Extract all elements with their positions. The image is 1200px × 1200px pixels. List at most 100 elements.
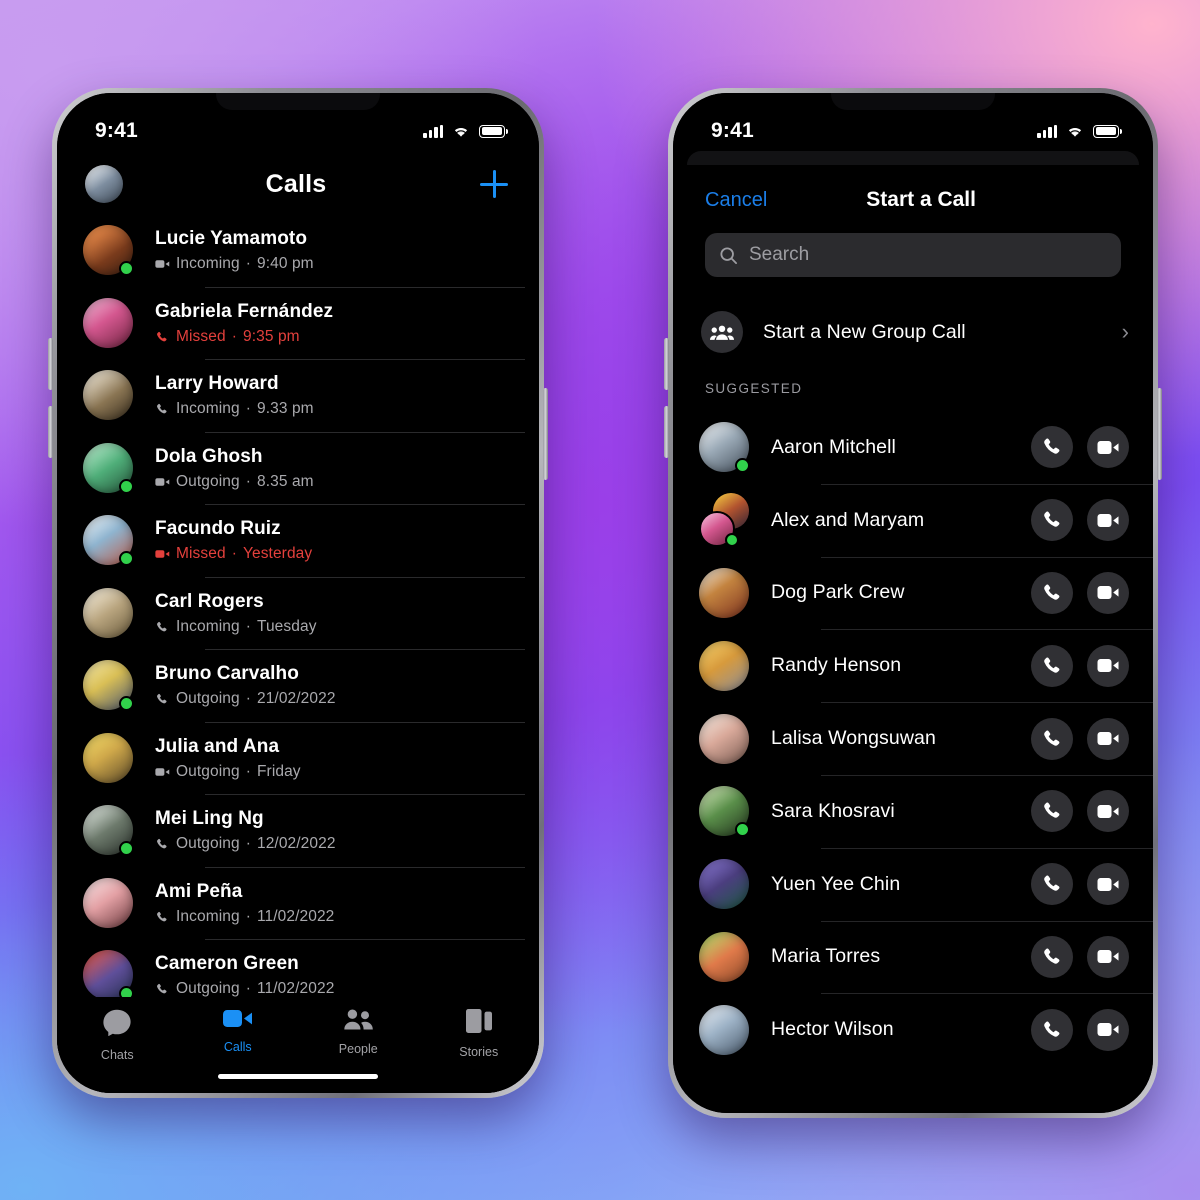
search-icon bbox=[720, 246, 738, 264]
suggested-contact-row[interactable]: Aaron Mitchell bbox=[673, 411, 1153, 484]
avatar[interactable] bbox=[83, 225, 134, 277]
video-call-button[interactable] bbox=[1087, 790, 1129, 833]
phone-call-icon bbox=[1044, 438, 1060, 455]
avatar[interactable] bbox=[83, 587, 133, 638]
call-type: Incoming bbox=[176, 255, 240, 273]
video-missed-icon bbox=[155, 550, 170, 558]
avatar[interactable] bbox=[83, 515, 134, 567]
video-call-icon bbox=[1097, 440, 1119, 454]
video-call-button[interactable] bbox=[1087, 644, 1129, 687]
call-row[interactable]: Bruno Carvalho Outgoing · 21/02/2022 bbox=[57, 649, 539, 722]
contact-name: Gabriela Fernández bbox=[155, 300, 334, 322]
audio-call-button[interactable] bbox=[1031, 426, 1073, 469]
wifi-icon bbox=[454, 127, 468, 137]
suggested-contact-row[interactable]: Hector Wilson bbox=[673, 993, 1153, 1066]
suggested-contact-row[interactable]: Lalisa Wongsuwan bbox=[673, 702, 1153, 775]
tab-people[interactable]: People bbox=[298, 1009, 419, 1056]
audio-call-button[interactable] bbox=[1031, 935, 1073, 978]
tab-label: Chats bbox=[100, 1048, 134, 1062]
volume-down-button-right[interactable] bbox=[664, 406, 669, 458]
call-row[interactable]: Julia and Ana Outgoing · Friday bbox=[57, 721, 539, 795]
suggested-contact-row[interactable]: Yuen Yee Chin bbox=[673, 847, 1153, 921]
battery-full-icon bbox=[1093, 124, 1122, 138]
call-row[interactable]: Facundo Ruiz Missed · Yesterday bbox=[57, 504, 539, 577]
video-call-button[interactable] bbox=[1087, 935, 1129, 978]
call-status: Incoming · Tuesday bbox=[155, 618, 317, 636]
call-separator: · bbox=[231, 327, 237, 345]
call-details: Carl Rogers Incoming · Tuesday bbox=[155, 590, 317, 636]
audio-call-button[interactable] bbox=[1031, 717, 1073, 760]
tab-chats[interactable]: Chats bbox=[57, 1009, 178, 1062]
video-call-button[interactable] bbox=[1087, 717, 1129, 760]
contact-name: Sara Khosravi bbox=[771, 799, 895, 822]
video-call-button[interactable] bbox=[1087, 426, 1129, 469]
call-row[interactable]: Dola Ghosh Outgoing · 8.35 am bbox=[57, 431, 539, 505]
suggested-contact-row[interactable]: Alex and Maryam bbox=[673, 483, 1153, 557]
status-indicators bbox=[423, 124, 508, 138]
status-bar-left: 9:41 bbox=[57, 93, 539, 151]
avatar[interactable] bbox=[699, 422, 750, 474]
call-details: Lucie Yamamoto Incoming · 9:40 pm bbox=[155, 227, 314, 273]
audio-call-button[interactable] bbox=[1031, 571, 1073, 614]
phone-call-icon bbox=[1044, 1021, 1060, 1037]
avatar[interactable] bbox=[83, 660, 134, 712]
phone-missed-icon bbox=[157, 331, 167, 342]
avatar[interactable] bbox=[83, 805, 134, 857]
tab-stories[interactable]: Stories bbox=[419, 1009, 540, 1059]
avatar[interactable] bbox=[699, 786, 750, 838]
volume-up-button-right[interactable] bbox=[664, 338, 669, 390]
avatar[interactable] bbox=[83, 297, 133, 348]
video-call-button[interactable] bbox=[1087, 499, 1129, 542]
call-time: 11/02/2022 bbox=[256, 907, 335, 925]
avatar[interactable] bbox=[699, 713, 749, 764]
call-row[interactable]: Larry Howard Incoming · 9.33 pm bbox=[57, 359, 539, 432]
call-type: Missed bbox=[176, 327, 226, 345]
contact-name: Hector Wilson bbox=[771, 1018, 894, 1041]
volume-down-button[interactable] bbox=[48, 406, 53, 458]
audio-call-button[interactable] bbox=[1031, 1008, 1073, 1051]
suggested-contact-row[interactable]: Sara Khosravi bbox=[673, 774, 1153, 848]
audio-call-button[interactable] bbox=[1031, 790, 1073, 833]
call-row[interactable]: Ami Peña Incoming · 11/02/2022 bbox=[57, 866, 539, 940]
power-button-right[interactable] bbox=[1157, 388, 1162, 480]
call-details: Julia and Ana Outgoing · Friday bbox=[155, 735, 301, 781]
avatar[interactable] bbox=[83, 950, 134, 1002]
avatar[interactable] bbox=[699, 1004, 749, 1055]
volume-up-button[interactable] bbox=[48, 338, 53, 390]
avatar[interactable] bbox=[83, 732, 133, 783]
call-time: 21/02/2022 bbox=[256, 690, 336, 708]
avatar[interactable] bbox=[83, 877, 133, 928]
calls-list[interactable]: Lucie Yamamoto Incoming · 9:40 pm Gabriela F… bbox=[57, 214, 539, 1093]
video-call-button[interactable] bbox=[1087, 863, 1129, 906]
suggested-contacts-list[interactable]: Aaron Mitchell Alex and Maryam Dog Park Cr… bbox=[673, 411, 1153, 1113]
audio-call-button[interactable] bbox=[1031, 863, 1073, 906]
suggested-contact-row[interactable]: Randy Henson bbox=[673, 629, 1153, 702]
video-call-button[interactable] bbox=[1087, 1008, 1129, 1051]
video-call-icon bbox=[1097, 732, 1119, 746]
call-row[interactable]: Carl Rogers Incoming · Tuesday bbox=[57, 576, 539, 650]
call-status: Incoming · 9.33 pm bbox=[155, 400, 314, 418]
plus-icon[interactable] bbox=[477, 167, 511, 201]
avatar[interactable] bbox=[699, 859, 749, 910]
avatar[interactable] bbox=[83, 370, 133, 421]
call-row[interactable]: Gabriela Fernández Missed · 9:35 pm bbox=[57, 286, 539, 360]
start-new-group-call-row[interactable]: Start a New Group Call › bbox=[701, 301, 1129, 363]
group-avatar[interactable] bbox=[699, 493, 749, 548]
video-call-button[interactable] bbox=[1087, 571, 1129, 614]
avatar[interactable] bbox=[699, 640, 749, 691]
tab-calls[interactable]: Calls bbox=[178, 1009, 299, 1054]
contact-name: Julia and Ana bbox=[155, 735, 280, 757]
suggested-contact-row[interactable]: Dog Park Crew bbox=[673, 556, 1153, 630]
audio-call-button[interactable] bbox=[1031, 499, 1073, 542]
power-button[interactable] bbox=[543, 388, 548, 480]
call-row[interactable]: Lucie Yamamoto Incoming · 9:40 pm bbox=[57, 214, 539, 287]
search-input[interactable]: Search bbox=[705, 233, 1121, 277]
avatar[interactable] bbox=[83, 442, 134, 494]
call-row[interactable]: Mei Ling Ng Outgoing · 12/02/2022 bbox=[57, 794, 539, 867]
suggested-contact-row[interactable]: Maria Torres bbox=[673, 920, 1153, 994]
audio-call-button[interactable] bbox=[1031, 644, 1073, 687]
video-outgoing-icon bbox=[155, 477, 170, 486]
online-status-dot bbox=[119, 551, 134, 567]
avatar[interactable] bbox=[699, 567, 749, 618]
avatar[interactable] bbox=[699, 931, 749, 982]
